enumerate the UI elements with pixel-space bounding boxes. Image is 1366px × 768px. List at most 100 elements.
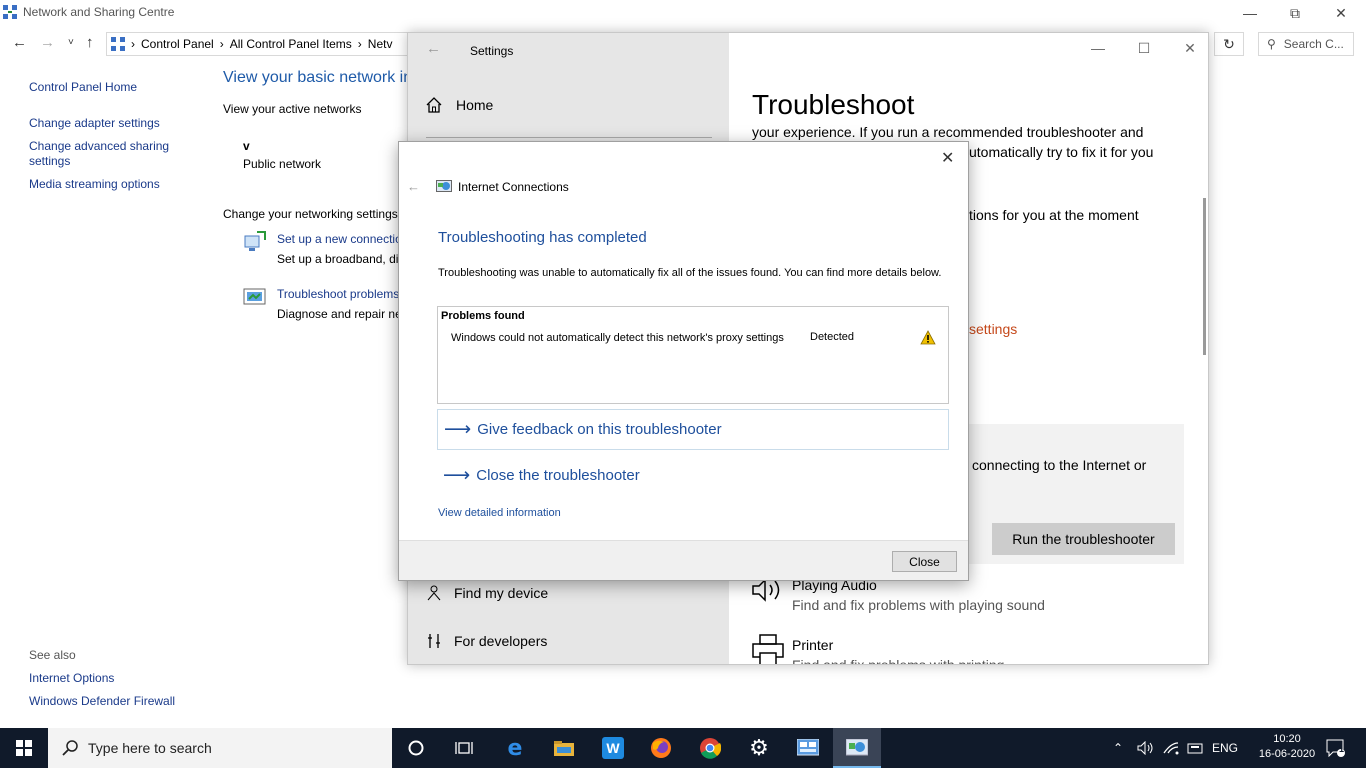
settings-title: Settings — [470, 44, 514, 58]
restore-button[interactable]: ⧉ — [1272, 0, 1318, 26]
intro-text: your experience. If you run a recommende… — [752, 124, 1144, 140]
breadcrumb-separator-icon: › — [357, 37, 362, 51]
clock-date: 16-06-2020 — [1258, 748, 1316, 760]
printer-desc: Find and fix problems with printing — [792, 657, 1005, 665]
chrome-icon[interactable] — [686, 728, 734, 768]
volume-icon[interactable] — [1137, 728, 1155, 768]
problems-header: Problems found — [441, 310, 525, 322]
network-status-icon[interactable] — [1187, 728, 1205, 768]
person-location-icon — [427, 585, 441, 601]
warning-icon — [920, 330, 936, 345]
dialog-footer: Close — [399, 540, 968, 580]
file-explorer-icon[interactable] — [540, 728, 588, 768]
breadcrumb-control-panel[interactable]: Control Panel — [141, 37, 214, 51]
give-feedback-link[interactable]: ⟶ Give feedback on this troubleshooter — [437, 409, 949, 450]
intro-text-cont: utomatically try to fix it for you — [969, 144, 1154, 160]
back-arrow-icon[interactable]: ← — [407, 179, 420, 194]
media-streaming-link[interactable]: Media streaming options — [29, 177, 160, 191]
maximize-button[interactable]: ☐ — [1121, 35, 1167, 61]
nav-find-my-device[interactable]: Find my device — [426, 585, 548, 601]
taskbar: Type here to search e W ⚙ ⌃ ENG 10:20 16… — [0, 728, 1366, 768]
printer-icon — [752, 634, 784, 664]
setup-connection-desc: Set up a broadband, di — [277, 252, 399, 266]
new-connection-icon — [244, 231, 266, 251]
close-button[interactable]: ✕ — [1318, 0, 1364, 26]
arrow-right-icon: ⟶ — [443, 465, 471, 486]
run-troubleshooter-button[interactable]: Run the troubleshooter — [992, 523, 1175, 555]
settings-home-link[interactable]: Home — [426, 97, 493, 113]
start-button[interactable] — [0, 728, 48, 768]
troubleshoot-problems-link[interactable]: Troubleshoot problems — [277, 287, 399, 301]
dialog-description: Troubleshooting was unable to automatica… — [438, 267, 942, 279]
breadcrumb-network[interactable]: Netv — [368, 37, 393, 51]
firewall-link[interactable]: Windows Defender Firewall — [29, 694, 175, 708]
troubleshoot-problems-desc: Diagnose and repair ne — [277, 307, 402, 321]
playing-audio-desc: Find and fix problems with playing sound — [792, 597, 1045, 613]
setup-connection-link[interactable]: Set up a new connectio — [277, 232, 402, 246]
problem-description: Windows could not automatically detect t… — [451, 332, 784, 344]
notification-center-icon[interactable]: 1 — [1322, 728, 1350, 768]
writer-app-icon[interactable]: W — [589, 728, 637, 768]
close-icon[interactable]: ✕ — [941, 148, 954, 168]
problems-found-box: Problems found Windows could not automat… — [437, 306, 949, 404]
control-panel-icon — [111, 37, 125, 51]
taskbar-search-input[interactable]: Type here to search — [48, 728, 392, 768]
troubleshoot-icon — [243, 288, 266, 305]
page-heading: View your basic network in — [223, 69, 413, 86]
page-title: Troubleshoot — [752, 89, 915, 120]
back-arrow-icon[interactable]: ← — [426, 40, 441, 57]
control-panel-titlebar: Network and Sharing Centre — ⧉ ✕ — [0, 0, 1366, 26]
language-indicator[interactable]: ENG — [1212, 728, 1238, 768]
search-input[interactable]: ⚲ Search C... — [1258, 32, 1354, 56]
notification-count: 1 — [1339, 744, 1345, 754]
recommendations-text: tions for you at the moment — [969, 207, 1139, 223]
troubleshooter-dialog: ✕ ← Internet Connections Troubleshooting… — [398, 141, 969, 581]
advanced-sharing-link[interactable]: Change advanced sharing settings — [29, 139, 179, 169]
change-settings-label: Change your networking settings — [223, 207, 398, 221]
settings-gear-icon[interactable]: ⚙ — [735, 728, 783, 768]
firefox-icon[interactable] — [637, 728, 685, 768]
recent-chevron-icon[interactable]: ˅ — [68, 37, 74, 48]
minimize-button[interactable]: — — [1227, 0, 1273, 26]
network-centre-icon — [3, 5, 17, 19]
dialog-app-header: Internet Connections — [436, 180, 569, 194]
breadcrumb-all-items[interactable]: All Control Panel Items — [230, 37, 352, 51]
change-adapter-link[interactable]: Change adapter settings — [29, 116, 160, 130]
close-button[interactable]: Close — [892, 551, 957, 572]
see-also-label: See also — [29, 648, 76, 662]
forward-arrow-icon[interactable]: → — [40, 34, 55, 51]
internet-options-link[interactable]: Internet Options — [29, 671, 114, 685]
task-view-icon[interactable] — [440, 728, 488, 768]
control-panel-taskbar-icon[interactable] — [784, 728, 832, 768]
settings-link[interactable]: settings — [969, 321, 1017, 337]
close-troubleshooter-link[interactable]: ⟶ Close the troubleshooter — [437, 455, 949, 496]
address-box[interactable]: › Control Panel › All Control Panel Item… — [106, 32, 408, 56]
breadcrumb-separator-icon: › — [219, 37, 224, 51]
active-networks-label: View your active networks — [223, 102, 362, 116]
up-arrow-icon[interactable]: ↑ — [86, 34, 94, 51]
network-type: Public network — [243, 157, 322, 171]
edge-browser-icon[interactable]: e — [491, 728, 539, 768]
control-panel-home-link[interactable]: Control Panel Home — [29, 80, 137, 94]
troubleshooter-taskbar-icon[interactable] — [833, 728, 881, 768]
nav-for-developers[interactable]: For developers — [426, 633, 547, 649]
show-hidden-icons-chevron-icon[interactable]: ⌃ — [1113, 728, 1123, 768]
internet-connections-icon — [436, 180, 452, 192]
minimize-button[interactable]: — — [1075, 35, 1121, 61]
close-button[interactable]: ✕ — [1167, 35, 1208, 61]
arrow-right-icon: ⟶ — [444, 419, 472, 440]
card-description: connecting to the Internet or — [972, 457, 1147, 473]
clock[interactable]: 10:20 16-06-2020 — [1256, 732, 1318, 762]
back-arrow-icon[interactable]: ← — [12, 34, 27, 51]
network-name: v — [243, 139, 250, 153]
view-detailed-info-link[interactable]: View detailed information — [438, 507, 561, 519]
cortana-icon[interactable] — [392, 728, 440, 768]
settings-scrollbar[interactable] — [1203, 198, 1206, 355]
window-title: Network and Sharing Centre — [23, 5, 175, 19]
problem-status: Detected — [810, 331, 855, 343]
windows-logo-icon — [16, 740, 32, 756]
developer-tools-icon — [428, 634, 440, 648]
wifi-icon[interactable] — [1162, 728, 1180, 768]
printer-title[interactable]: Printer — [792, 637, 833, 653]
refresh-button[interactable]: ↻ — [1214, 32, 1244, 56]
